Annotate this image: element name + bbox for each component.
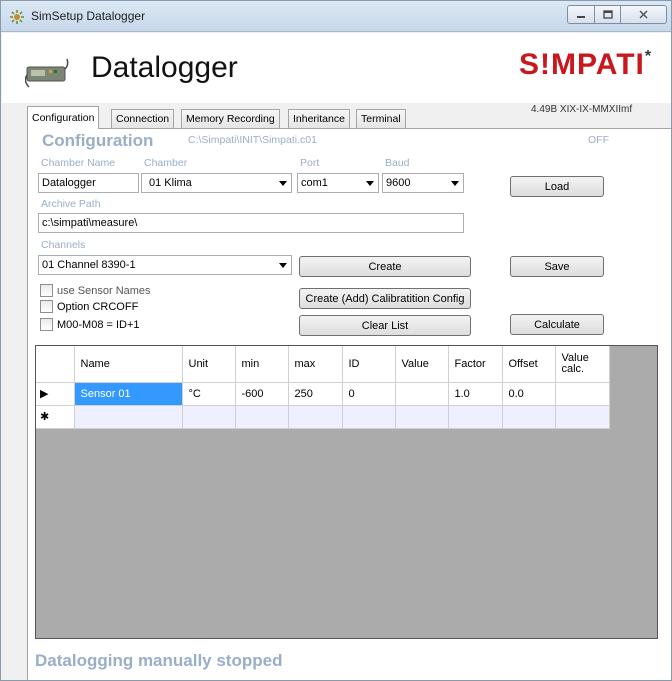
chamber-name-label: Chamber Name [41, 157, 116, 169]
create-calibration-config-button[interactable]: Create (Add) Calibratition Config [299, 288, 471, 309]
config-file-path: C:\Simpati\INIT\Simpati.c01 [188, 134, 317, 146]
option-crcoff-label: Option CRCOFF [57, 300, 139, 313]
baud-select-value: 9600 [386, 177, 411, 189]
column-header-offset[interactable]: Offset [502, 346, 556, 383]
new-cell[interactable] [342, 405, 396, 429]
chevron-down-icon [279, 263, 287, 268]
channel-select[interactable]: 01 Channel 8390-1 [38, 255, 292, 275]
tab-memory-recording[interactable]: Memory Recording [181, 109, 280, 128]
chevron-down-icon [279, 181, 287, 186]
port-select-value: com1 [301, 177, 328, 189]
new-cell[interactable] [448, 405, 503, 429]
sensor-grid[interactable]: Name Unit min max ID Value Factor Offset… [35, 345, 658, 639]
create-button[interactable]: Create [299, 256, 471, 277]
connection-state: OFF [588, 134, 609, 146]
app-heading: Datalogger [91, 51, 238, 84]
chevron-down-icon [451, 181, 459, 186]
cell-max[interactable]: 250 [288, 382, 343, 406]
m00-m08-label: M00-M08 = ID+1 [57, 318, 140, 331]
sensor-table: Name Unit min max ID Value Factor Offset… [36, 346, 610, 429]
minimize-icon [577, 15, 585, 18]
logo-mark: * [644, 48, 653, 65]
datalogger-device-icon [25, 58, 69, 88]
use-sensor-names-checkbox[interactable]: use Sensor Names [40, 284, 151, 297]
column-header-factor[interactable]: Factor [448, 346, 503, 383]
cell-id[interactable]: 0 [342, 382, 396, 406]
table-row[interactable]: ▶ Sensor 01 °C -600 250 0 1.0 0.0 [36, 382, 610, 406]
column-header-unit[interactable]: Unit [182, 346, 236, 383]
m00-m08-checkbox[interactable]: M00-M08 = ID+1 [40, 318, 140, 331]
new-row-marker[interactable]: ✱ [36, 405, 75, 429]
new-cell[interactable] [555, 405, 610, 429]
use-sensor-names-label: use Sensor Names [57, 284, 151, 297]
chamber-name-field[interactable]: Datalogger [38, 173, 139, 193]
close-icon [639, 10, 648, 19]
calculate-button[interactable]: Calculate [510, 314, 604, 335]
new-cell[interactable] [288, 405, 343, 429]
cell-factor[interactable]: 1.0 [448, 382, 503, 406]
column-header-value-calc[interactable]: Value calc. [555, 346, 610, 383]
channels-label: Channels [41, 239, 86, 251]
minimize-button[interactable] [567, 5, 595, 24]
new-cell[interactable] [235, 405, 289, 429]
column-header-min[interactable]: min [235, 346, 289, 383]
checkbox-box [40, 300, 53, 313]
cell-value-calc[interactable] [555, 382, 610, 406]
app-icon [10, 10, 24, 24]
load-button[interactable]: Load [510, 176, 604, 197]
row-header-corner [36, 346, 75, 383]
clear-list-button[interactable]: Clear List [299, 315, 471, 336]
column-header-id[interactable]: ID [342, 346, 396, 383]
column-header-max[interactable]: max [288, 346, 343, 383]
logo-text: S!MPATI [519, 48, 645, 81]
tab-connection[interactable]: Connection [111, 109, 175, 128]
checkbox-box [40, 318, 53, 331]
window-title: SimSetup Datalogger [31, 9, 146, 23]
simpati-logo: S!MPATI* [519, 48, 652, 82]
cell-min[interactable]: -600 [235, 382, 289, 406]
chamber-select[interactable]: 01 Klima [141, 173, 292, 193]
channel-select-value: 01 Channel 8390-1 [42, 259, 136, 271]
port-label: Port [300, 157, 320, 169]
title-bar: SimSetup Datalogger [1, 1, 671, 32]
close-button[interactable] [621, 5, 667, 24]
tab-inheritance[interactable]: Inheritance [288, 109, 350, 128]
maximize-button[interactable] [595, 5, 621, 24]
version-label: 4.49B XIX-IX-MMXIImf [531, 104, 633, 115]
archive-path-label: Archive Path [41, 198, 101, 210]
chamber-label: Chamber [144, 157, 188, 169]
column-header-value[interactable]: Value [395, 346, 449, 383]
cell-offset[interactable]: 0.0 [502, 382, 556, 406]
cell-unit[interactable]: °C [182, 382, 236, 406]
archive-path-field[interactable]: c:\simpati\measure\ [38, 213, 464, 233]
chevron-down-icon [366, 181, 374, 186]
status-message: Datalogging manually stopped [35, 651, 283, 670]
cell-name[interactable]: Sensor 01 [74, 382, 183, 406]
checkbox-box [40, 284, 53, 297]
port-select[interactable]: com1 [297, 173, 379, 193]
option-crcoff-checkbox[interactable]: Option CRCOFF [40, 300, 138, 313]
baud-label: Baud [385, 157, 410, 169]
new-cell[interactable] [74, 405, 183, 429]
tab-configuration[interactable]: Configuration [27, 106, 100, 129]
header-row: Name Unit min max ID Value Factor Offset… [36, 346, 610, 383]
config-heading: Configuration [42, 131, 154, 150]
new-cell[interactable] [182, 405, 236, 429]
new-cell[interactable] [395, 405, 449, 429]
baud-select[interactable]: 9600 [382, 173, 464, 193]
column-header-name[interactable]: Name [74, 346, 183, 383]
datalogger-window: SimSetup Datalogger Datalogger S!MPATI* … [0, 0, 672, 681]
save-button[interactable]: Save [510, 256, 604, 277]
row-marker[interactable]: ▶ [36, 382, 75, 406]
new-row[interactable]: ✱ [36, 405, 610, 429]
chamber-select-value: 01 Klima [149, 177, 192, 189]
new-cell[interactable] [502, 405, 556, 429]
cell-value[interactable] [395, 382, 449, 406]
maximize-icon [602, 10, 613, 19]
tab-terminal[interactable]: Terminal [356, 109, 406, 128]
